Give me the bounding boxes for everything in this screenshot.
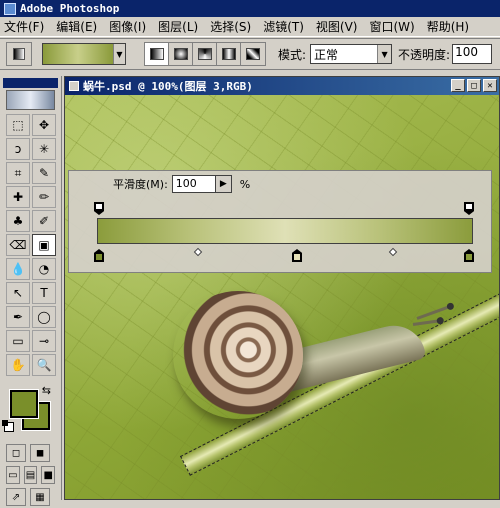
marquee-icon[interactable]: ⬚ xyxy=(6,114,30,136)
smoothness-row: 平滑度(M): 100 ▶ % xyxy=(113,175,250,193)
mode-select[interactable]: 正常 ▼ xyxy=(310,44,393,64)
smoothness-unit: % xyxy=(239,177,251,191)
full-screen-menu-icon[interactable]: ▤ xyxy=(23,466,38,484)
standard-mode-icon[interactable]: ◻ xyxy=(6,444,26,462)
crop-icon[interactable]: ⌗ xyxy=(6,162,30,184)
midpoint-left[interactable] xyxy=(193,247,203,257)
gradient-editor: 平滑度(M): 100 ▶ % xyxy=(68,170,492,273)
document-title-bar[interactable]: 蜗牛.psd @ 100%(图层 3,RGB) _ □ ✕ xyxy=(65,77,499,95)
swap-colors-icon[interactable]: ⇆ xyxy=(42,384,51,397)
photoshop-icon xyxy=(4,2,16,15)
menu-edit[interactable]: 编辑(E) xyxy=(56,18,97,35)
gradient-tool-icon xyxy=(13,48,25,60)
opacity-input[interactable]: 100 xyxy=(452,44,493,64)
menu-window[interactable]: 窗口(W) xyxy=(369,18,414,35)
default-colors-icon[interactable] xyxy=(2,420,14,432)
standard-screen-icon[interactable]: ▭ xyxy=(6,466,20,484)
menu-select[interactable]: 选择(S) xyxy=(210,18,251,35)
gradient-icon[interactable]: ▣ xyxy=(32,234,56,256)
blur-icon[interactable]: 💧 xyxy=(6,258,30,280)
color-picker-area: ⇆ xyxy=(2,384,57,436)
eyedropper-icon[interactable]: ⊸ xyxy=(32,330,56,352)
document-title: 蜗牛.psd @ 100%(图层 3,RGB) xyxy=(83,80,253,93)
maximize-button[interactable]: □ xyxy=(467,79,481,92)
gradient-bar[interactable] xyxy=(97,218,473,244)
full-screen-icon[interactable]: ■ xyxy=(41,466,56,484)
mode-label: 模式: xyxy=(278,47,307,62)
window-controls: _ □ ✕ xyxy=(451,79,497,92)
angle-gradient-button[interactable] xyxy=(193,43,217,65)
jump-to-group: ⇗ ▦ xyxy=(0,486,61,508)
opacity-label: 不透明度: xyxy=(398,47,451,62)
color-stop-left[interactable] xyxy=(94,249,104,262)
dodge-icon[interactable]: ◔ xyxy=(32,258,56,280)
gradient-picker[interactable]: ▼ xyxy=(42,43,126,65)
history-brush-icon[interactable]: ✐ xyxy=(32,210,56,232)
menu-filter[interactable]: 滤镜(T) xyxy=(263,18,304,35)
reflected-gradient-button[interactable] xyxy=(217,43,241,65)
document-icon xyxy=(69,81,79,91)
screen-mode-group: ▭ ▤ ■ xyxy=(0,464,61,486)
eyedropper-slice-icon[interactable]: ✎ xyxy=(32,162,56,184)
minimize-button[interactable]: _ xyxy=(451,79,465,92)
options-bar: ▼ 模式: 正常 ▼ 不透明度: 100 xyxy=(0,38,500,70)
chevron-right-icon[interactable]: ▶ xyxy=(215,175,232,193)
pen-icon[interactable]: ✒ xyxy=(6,306,30,328)
zoom-icon[interactable]: 🔍 xyxy=(32,354,56,376)
opacity-stop-left[interactable] xyxy=(94,202,104,215)
notes-icon[interactable]: ▭ xyxy=(6,330,30,352)
color-stop-swatch xyxy=(466,254,472,260)
color-stop-center[interactable] xyxy=(292,249,302,262)
hand-icon[interactable]: ✋ xyxy=(6,354,30,376)
color-stop-swatch xyxy=(96,254,102,260)
document-window: 蜗牛.psd @ 100%(图层 3,RGB) _ □ ✕ xyxy=(64,76,500,500)
color-stop-right[interactable] xyxy=(464,249,474,262)
smoothness-input[interactable]: 100 xyxy=(171,175,216,193)
adobe-logo[interactable] xyxy=(6,90,55,110)
radial-gradient-button[interactable] xyxy=(169,43,193,65)
canvas-texture xyxy=(65,95,499,499)
menu-layer[interactable]: 图层(L) xyxy=(158,18,198,35)
midpoint-right[interactable] xyxy=(388,247,398,257)
quick-mask-icon[interactable]: ◼ xyxy=(30,444,50,462)
foreground-color-swatch[interactable] xyxy=(9,389,39,419)
close-button[interactable]: ✕ xyxy=(483,79,497,92)
menu-bar: 文件(F) 编辑(E) 图像(I) 图层(L) 选择(S) 滤镜(T) 视图(V… xyxy=(0,17,500,37)
gradient-preview xyxy=(43,44,113,64)
stamp-icon[interactable]: ♣ xyxy=(6,210,30,232)
magic-wand-icon[interactable]: ✳ xyxy=(32,138,56,160)
diamond-gradient-button[interactable] xyxy=(241,43,265,65)
quick-mask-group: ◻ ◼ xyxy=(0,442,61,464)
app-title: Adobe Photoshop xyxy=(20,2,120,15)
image-canvas[interactable] xyxy=(65,95,499,499)
move-icon[interactable]: ✥ xyxy=(32,114,56,136)
linear-gradient-button[interactable] xyxy=(145,43,169,65)
lasso-icon[interactable]: ↄ xyxy=(6,138,30,160)
snail-shell xyxy=(173,291,303,419)
path-select-icon[interactable]: ↖ xyxy=(6,282,30,304)
chevron-down-icon[interactable]: ▼ xyxy=(113,44,125,64)
menu-file[interactable]: 文件(F) xyxy=(4,18,44,35)
smoothness-label: 平滑度(M): xyxy=(113,178,168,191)
toolbox: ⬚ ✥ ↄ ✳ ⌗ ✎ ✚ ✏ ♣ ✐ ⌫ ▣ 💧 ◔ ↖ T ✒ ◯ ▭ ⊸ ✋ 🔍 ⇆ ◻ ◼ ▭ ▤ ■ ⇗ ▦ xyxy=(0,76,62,506)
toolbox-titlebar[interactable] xyxy=(3,78,58,88)
mode-value: 正常 xyxy=(314,47,339,62)
ellipse-icon[interactable]: ◯ xyxy=(32,306,56,328)
type-icon[interactable]: T xyxy=(32,282,56,304)
eraser-icon[interactable]: ⌫ xyxy=(6,234,30,256)
menu-view[interactable]: 视图(V) xyxy=(316,18,358,35)
preview-icon[interactable]: ▦ xyxy=(30,488,50,506)
tool-preset-picker[interactable] xyxy=(6,42,32,66)
app-title-bar: Adobe Photoshop xyxy=(0,0,500,17)
menu-image[interactable]: 图像(I) xyxy=(109,18,146,35)
tool-grid: ⬚ ✥ ↄ ✳ ⌗ ✎ ✚ ✏ ♣ ✐ ⌫ ▣ 💧 ◔ ↖ T ✒ ◯ ▭ ⊸ ✋ 🔍 xyxy=(0,112,61,378)
gradient-type-group xyxy=(144,42,266,66)
chevron-down-icon[interactable]: ▼ xyxy=(377,45,392,63)
opacity-stop-right[interactable] xyxy=(464,202,474,215)
healing-icon[interactable]: ✚ xyxy=(6,186,30,208)
jump-to-imageready-icon[interactable]: ⇗ xyxy=(6,488,26,506)
brush-icon[interactable]: ✏ xyxy=(32,186,56,208)
color-stop-swatch xyxy=(294,254,300,260)
menu-help[interactable]: 帮助(H) xyxy=(427,18,469,35)
